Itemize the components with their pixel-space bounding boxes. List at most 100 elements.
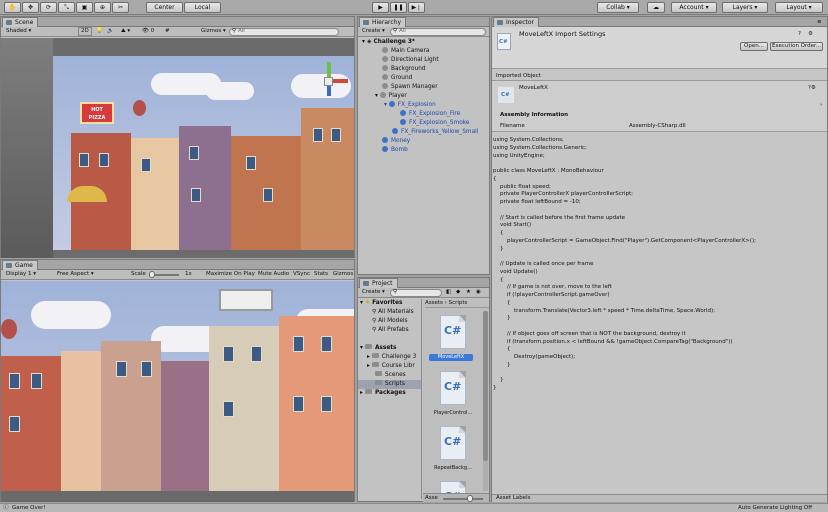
hierarchy-item-player[interactable]: ▾ Player xyxy=(375,92,407,101)
scene-tabbar: Scene xyxy=(1,17,354,27)
hierarchy-item-background[interactable]: Background xyxy=(382,65,426,74)
scene-root-row[interactable]: ▾ ◈ Challenge 3* xyxy=(362,38,415,47)
icon-size-slider-thumb[interactable] xyxy=(467,495,473,502)
project-scrollbar-thumb[interactable] xyxy=(483,311,488,461)
hidden-packages-icon[interactable]: ◉ xyxy=(476,288,481,296)
effects-dropdown[interactable]: ⛰ ▾ xyxy=(121,27,130,35)
hierarchy-item-ground[interactable]: Ground xyxy=(382,74,412,83)
status-message[interactable]: Game Over! xyxy=(12,504,46,512)
project-file-item[interactable]: C# MoveLeftX xyxy=(427,313,479,365)
hierarchy-item-label: Directional Light xyxy=(391,57,439,63)
scale-slider-thumb[interactable] xyxy=(149,271,155,278)
open-button[interactable]: Open... xyxy=(740,42,768,51)
gizmos-dropdown[interactable]: Gizmos ▾ xyxy=(201,27,226,35)
lighting-icon[interactable]: 💡 xyxy=(96,27,103,35)
packages-row[interactable]: ▸ Packages xyxy=(360,389,406,398)
hidden-objects-counter[interactable]: 👁 0 xyxy=(142,27,154,35)
favorite-item[interactable]: ⚲ All Materials xyxy=(372,308,414,317)
pause-button[interactable]: ❚❚ xyxy=(390,2,407,13)
breadcrumb-leaf[interactable]: Scripts xyxy=(449,300,468,306)
play-button[interactable]: ▶ xyxy=(372,2,389,13)
vsync-toggle[interactable]: VSync xyxy=(293,270,310,278)
tab-game[interactable]: Game xyxy=(2,260,38,270)
execution-order-button[interactable]: Execution Order... xyxy=(770,42,823,51)
favorite-item[interactable]: ⚲ All Prefabs xyxy=(372,326,409,335)
settings-icon[interactable]: ⚙ xyxy=(808,30,813,38)
project-file-item[interactable]: C# PlayerControl... xyxy=(427,369,479,421)
imported-object-icon: C# xyxy=(498,87,514,103)
asset-folder-row-selected[interactable]: Scripts xyxy=(358,380,421,389)
hierarchy-item-bomb[interactable]: Bomb xyxy=(382,146,408,155)
hierarchy-item-money[interactable]: Money xyxy=(382,137,410,146)
stats-toggle[interactable]: Stats xyxy=(314,270,328,278)
cloud-button[interactable]: ☁ xyxy=(647,2,665,13)
hierarchy-create-dropdown[interactable]: Create ▾ xyxy=(362,27,385,35)
maximize-on-play-toggle[interactable]: Maximize On Play xyxy=(206,270,255,278)
layout-dropdown[interactable]: Layout ▾ xyxy=(775,2,823,13)
game-gizmos-dropdown[interactable]: Gizmos xyxy=(333,270,353,278)
display-dropdown[interactable]: Display 1 ▾ xyxy=(6,270,36,278)
breadcrumb-root[interactable]: Assets xyxy=(425,300,443,306)
mute-audio-toggle[interactable]: Mute Audio xyxy=(258,270,289,278)
scale-tool-button[interactable]: ⤡ xyxy=(58,2,75,13)
rotate-tool-button[interactable]: ⟳ xyxy=(40,2,57,13)
asset-folder-row[interactable]: ▸ Course Libr xyxy=(367,362,415,371)
object-help-icon[interactable]: ?⚙ xyxy=(808,84,816,92)
asset-labels-bar[interactable]: Asset Labels xyxy=(492,494,827,502)
shading-mode-dropdown[interactable]: Shaded ▾ xyxy=(6,27,31,35)
icon-size-slider[interactable] xyxy=(443,495,483,502)
project-file-item[interactable]: C# RepeatBackg... xyxy=(427,424,479,476)
pivot-toggle[interactable]: Center xyxy=(146,2,183,13)
hierarchy-item-directional-light[interactable]: Directional Light xyxy=(382,56,439,65)
audio-icon[interactable]: 🔊 xyxy=(107,27,114,35)
hierarchy-item-spawn-manager[interactable]: Spawn Manager xyxy=(382,83,438,92)
mode-2d-toggle[interactable]: 2D xyxy=(78,27,92,36)
scene-search-input[interactable]: ⚲ All xyxy=(229,28,339,36)
favorites-row[interactable]: ▾ ★ Favorites xyxy=(360,299,402,308)
hierarchy-item-fx-explosion[interactable]: ▾ FX_Explosion xyxy=(384,101,436,110)
scene-viewport[interactable]: HOT PIZZA xyxy=(1,38,354,258)
tab-menu-icon[interactable]: ≡ xyxy=(817,18,822,26)
help-icon[interactable]: ? xyxy=(798,30,801,38)
game-viewport[interactable] xyxy=(1,281,354,502)
rect-tool-button[interactable]: ▣ xyxy=(76,2,93,13)
transform-tool-button[interactable]: ⊕ xyxy=(94,2,111,13)
filter-type-icon[interactable]: ◧ xyxy=(446,288,451,296)
project-file-item[interactable]: C# xyxy=(427,479,479,493)
star-icon[interactable]: ★ xyxy=(466,288,471,296)
hierarchy-item-label: Ground xyxy=(391,75,413,81)
layers-dropdown[interactable]: Layers ▾ xyxy=(722,2,768,13)
scale-slider[interactable] xyxy=(149,271,179,278)
assets-root-row[interactable]: ▾ Assets xyxy=(360,344,396,353)
tab-scene[interactable]: Scene xyxy=(2,17,39,27)
hierarchy-item-fx-fireworks[interactable]: FX_Fireworks_Yellow_Small xyxy=(392,128,478,137)
hierarchy-item-fx-explosion-fire[interactable]: FX_Explosion_Fire xyxy=(400,110,460,119)
lighting-status[interactable]: Auto Generate Lighting Off xyxy=(738,504,812,512)
project-scrollbar[interactable] xyxy=(483,311,488,491)
favorite-item[interactable]: ⚲ All Models xyxy=(372,317,408,326)
hierarchy-search-input[interactable]: ⚲ All xyxy=(390,28,486,36)
expand-arrow-icon[interactable]: › xyxy=(820,101,822,109)
aspect-dropdown[interactable]: Free Aspect ▾ xyxy=(57,270,94,278)
hierarchy-item-fx-explosion-smoke[interactable]: FX_Explosion_Smoke xyxy=(400,119,469,128)
space-toggle[interactable]: Local xyxy=(184,2,221,13)
custom-tool-button[interactable]: ✂ xyxy=(112,2,129,13)
expand-arrow-icon[interactable]: ▾ xyxy=(384,102,387,108)
grid-icon[interactable]: # xyxy=(165,27,170,35)
move-tool-button[interactable]: ✥ xyxy=(22,2,39,13)
hierarchy-item-main-camera[interactable]: Main Camera xyxy=(382,47,429,56)
tab-project[interactable]: Project xyxy=(359,278,398,288)
hand-tool-button[interactable]: ✋ xyxy=(4,2,21,13)
asset-folder-row[interactable]: ▸ Challenge 3 xyxy=(367,353,416,362)
scene-orientation-gizmo[interactable] xyxy=(310,62,350,102)
project-search-input[interactable]: ⚲ xyxy=(390,289,442,297)
expand-arrow-icon[interactable]: ▾ xyxy=(375,93,378,99)
filter-label-icon[interactable]: ◆ xyxy=(456,288,460,296)
step-button[interactable]: ▶❘ xyxy=(408,2,425,13)
asset-folder-row[interactable]: Scenes xyxy=(375,371,406,380)
project-create-dropdown[interactable]: Create ▾ xyxy=(362,288,385,296)
tab-inspector[interactable]: Inspector xyxy=(493,17,539,27)
collab-dropdown[interactable]: Collab ▾ xyxy=(597,2,639,13)
tab-hierarchy[interactable]: Hierarchy xyxy=(359,17,407,27)
account-dropdown[interactable]: Account ▾ xyxy=(671,2,717,13)
